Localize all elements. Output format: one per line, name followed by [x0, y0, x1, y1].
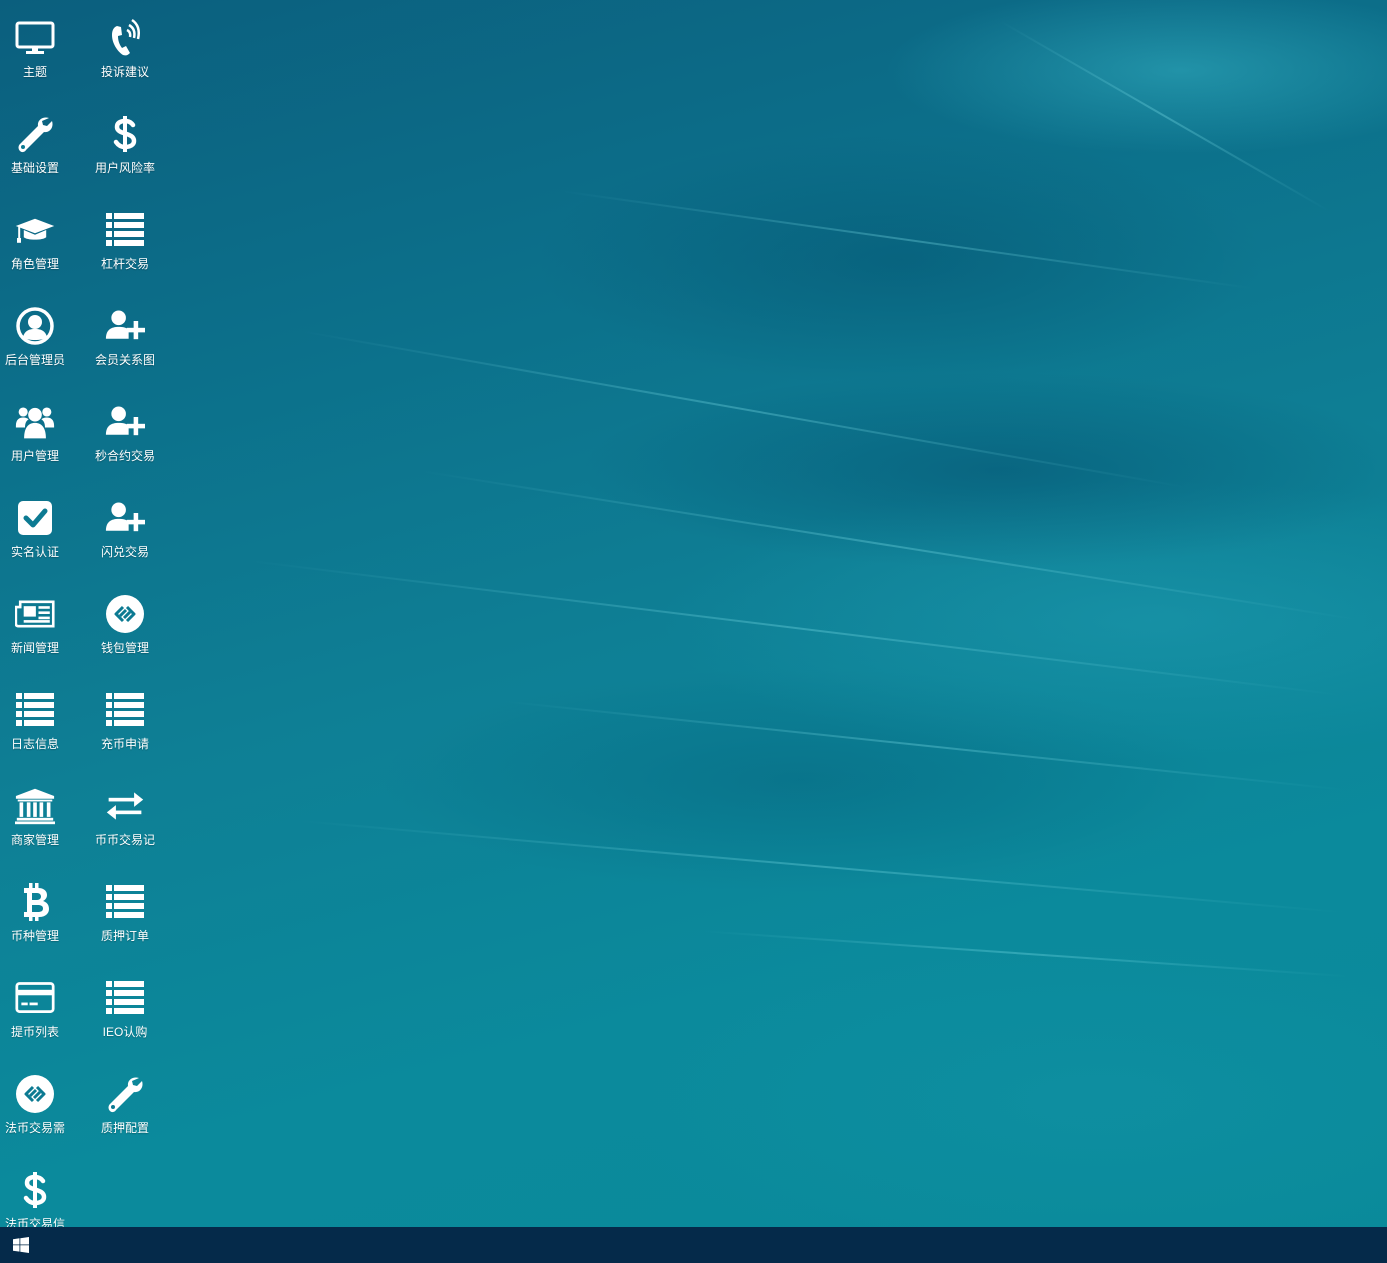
desktop-background: 主题 投诉建议基础设置 用户风险率角色管理 杠杆交易后台管理员 会员关系图用户管理 秒合约…: [0, 0, 1387, 1227]
desktop-icon-label: 提币列表: [10, 1025, 59, 1039]
dollar-icon: [15, 1170, 55, 1210]
desktop-icon-label: 币种管理: [10, 929, 59, 943]
monitor-icon: [15, 18, 55, 58]
desktop-icon-label: 闪兑交易: [100, 545, 149, 559]
link-circle-icon: [15, 1074, 55, 1114]
desktop-icon-label: 钱包管理: [100, 641, 149, 655]
desktop-icon-3[interactable]: 用户风险率: [80, 100, 170, 190]
desktop-icon-label: 主题: [22, 65, 47, 79]
list-icon: [105, 882, 145, 922]
desktop-icon-13[interactable]: 钱包管理: [80, 580, 170, 670]
desktop-icon-label: 商家管理: [10, 833, 59, 847]
desktop-icon-7[interactable]: 会员关系图: [80, 292, 170, 382]
desktop-icon-17[interactable]: 币币交易记: [80, 772, 170, 862]
credit-card-icon: [15, 978, 55, 1018]
desktop-icon-label: 秒合约交易: [94, 449, 155, 463]
desktop-icon-18[interactable]: 币种管理: [0, 868, 80, 958]
user-plus-icon: [105, 402, 145, 442]
desktop-icon-24[interactable]: 法币交易信: [0, 1156, 80, 1227]
bitcoin-icon: [15, 882, 55, 922]
desktop-icon-label: 杠杆交易: [100, 257, 149, 271]
wrench-icon: [15, 114, 55, 154]
desktop-icon-label: 实名认证: [10, 545, 59, 559]
phone-volume-icon: [105, 18, 145, 58]
desktop-icon-20[interactable]: 提币列表: [0, 964, 80, 1054]
desktop-icon-label: 用户风险率: [94, 161, 155, 175]
desktop-icon-8[interactable]: 用户管理: [0, 388, 80, 478]
desktop-icon-23[interactable]: 质押配置: [80, 1060, 170, 1150]
list-icon: [105, 978, 145, 1018]
user-circle-icon: [15, 306, 55, 346]
desktop-icon-9[interactable]: 秒合约交易: [80, 388, 170, 478]
windows-start-icon: [13, 1237, 29, 1253]
desktop-icon-6[interactable]: 后台管理员: [0, 292, 80, 382]
desktop-icon-14[interactable]: 日志信息: [0, 676, 80, 766]
desktop-icon-label: 法币交易信: [4, 1217, 65, 1227]
desktop-icon-11[interactable]: 闪兑交易: [80, 484, 170, 574]
desktop-icon-10[interactable]: 实名认证: [0, 484, 80, 574]
taskbar: [0, 1227, 1387, 1263]
desktop-icon-label: 充币申请: [100, 737, 149, 751]
desktop-icon-12[interactable]: 新闻管理: [0, 580, 80, 670]
desktop-icon-label: 币币交易记: [94, 833, 155, 847]
desktop-icon-label: 法币交易需: [4, 1121, 65, 1135]
desktop-icon-1[interactable]: 投诉建议: [80, 4, 170, 94]
desktop-icon-label: IEO认购: [102, 1025, 148, 1039]
desktop-icon-21[interactable]: IEO认购: [80, 964, 170, 1054]
desktop-icon-label: 质押配置: [100, 1121, 149, 1135]
desktop-icon-19[interactable]: 质押订单: [80, 868, 170, 958]
desktop-icon-label: 新闻管理: [10, 641, 59, 655]
check-square-icon: [15, 498, 55, 538]
users-icon: [15, 402, 55, 442]
list-icon: [15, 690, 55, 730]
exchange-icon: [105, 786, 145, 826]
newspaper-icon: [15, 594, 55, 634]
desktop-icon-label: 日志信息: [10, 737, 59, 751]
list-icon: [105, 210, 145, 250]
desktop-icon-label: 基础设置: [10, 161, 59, 175]
desktop-icon-label: 后台管理员: [4, 353, 65, 367]
link-circle-icon: [105, 594, 145, 634]
desktop-icon-label: 用户管理: [10, 449, 59, 463]
list-icon: [105, 690, 145, 730]
desktop-icon-15[interactable]: 充币申请: [80, 676, 170, 766]
start-button[interactable]: [6, 1233, 36, 1257]
desktop-icon-label: 会员关系图: [94, 353, 155, 367]
desktop-icon-label: 投诉建议: [100, 65, 149, 79]
graduation-cap-icon: [15, 210, 55, 250]
desktop-icon-22[interactable]: 法币交易需: [0, 1060, 80, 1150]
wrench-icon: [105, 1074, 145, 1114]
desktop-icon-4[interactable]: 角色管理: [0, 196, 80, 286]
desktop-icon-5[interactable]: 杠杆交易: [80, 196, 170, 286]
desktop-icon-2[interactable]: 基础设置: [0, 100, 80, 190]
desktop-icon-label: 质押订单: [100, 929, 149, 943]
user-plus-icon: [105, 498, 145, 538]
bank-icon: [15, 786, 55, 826]
dollar-icon: [105, 114, 145, 154]
desktop-icon-label: 角色管理: [10, 257, 59, 271]
desktop-icon-16[interactable]: 商家管理: [0, 772, 80, 862]
desktop-icon-0[interactable]: 主题: [0, 4, 80, 94]
user-plus-icon: [105, 306, 145, 346]
